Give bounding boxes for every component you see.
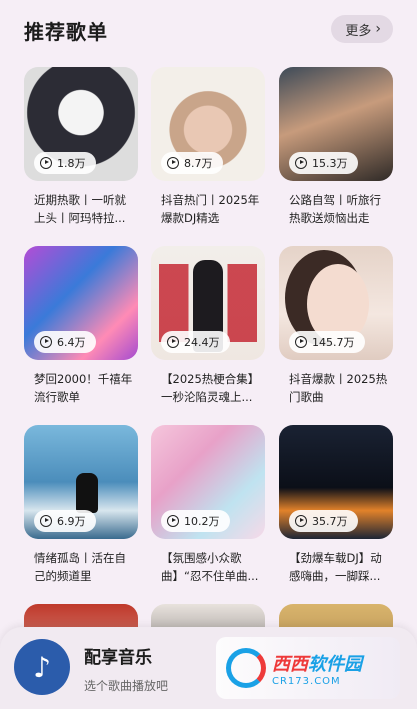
playlist-cover[interactable]: 8.7万 [151,67,265,181]
play-count: 6.4万 [57,336,86,349]
watermark-logo-icon [226,648,266,688]
watermark-name: 西西软件园 [272,653,362,675]
play-count-badge: 10.2万 [161,510,230,532]
playlist-title[interactable]: 【劲爆车载DJ】动感嗨曲，一脚踩... [289,549,389,585]
playlist-title[interactable]: 公路自驾丨听旅行热歌送烦恼出走 [289,191,389,227]
music-note-icon: ♪ [33,650,51,684]
play-icon [295,157,307,169]
play-count: 1.8万 [57,157,86,170]
play-icon [167,336,179,348]
watermark-text: 西西软件园 CR173.COM [272,650,362,687]
section-title: 推荐歌单 [24,20,108,44]
playlist-title[interactable]: 梦回2000！千禧年流行歌单 [34,370,134,406]
play-count-badge: 6.4万 [34,331,96,353]
play-count: 145.7万 [312,336,355,349]
play-count-badge: 1.8万 [34,152,96,174]
play-count-badge: 24.4万 [161,331,230,353]
player-artwork[interactable]: ♪ [14,639,70,695]
player-title: 配享音乐 [84,648,152,668]
playlist-cover[interactable]: 6.9万 [24,425,138,539]
play-count: 15.3万 [312,157,348,170]
playlist-title[interactable]: 情绪孤岛丨活在自己的频道里 [34,549,134,585]
play-count-badge: 145.7万 [289,331,365,353]
play-count-badge: 15.3万 [289,152,358,174]
play-count: 10.2万 [184,515,220,528]
playlist-cover[interactable]: 35.7万 [279,425,393,539]
play-count-badge: 35.7万 [289,510,358,532]
site-watermark: 西西软件园 CR173.COM [216,637,400,699]
more-button[interactable]: 更多 › [331,15,393,43]
playlist-cover[interactable]: 15.3万 [279,67,393,181]
play-count: 8.7万 [184,157,213,170]
playlist-cover[interactable]: 145.7万 [279,246,393,360]
player-subtitle: 选个歌曲播放吧 [84,679,169,693]
play-count-badge: 6.9万 [34,510,96,532]
play-icon [295,336,307,348]
play-icon [40,515,52,527]
playlist-title[interactable]: 【2025热梗合集】一秒沦陷灵魂上... [161,370,261,406]
play-count: 24.4万 [184,336,220,349]
playlist-cover[interactable]: 24.4万 [151,246,265,360]
play-icon [40,157,52,169]
play-icon [167,515,179,527]
watermark-domain: CR173.COM [272,675,341,687]
play-icon [295,515,307,527]
play-icon [167,157,179,169]
playlist-cover[interactable]: 1.8万 [24,67,138,181]
play-count: 6.9万 [57,515,86,528]
more-label: 更多 [345,23,372,39]
playlist-section-header: 推荐歌单 更多 › [0,0,417,60]
playlist-title[interactable]: 抖音热门丨2025年爆款DJ精选 [161,191,261,227]
playlist-title[interactable]: 近期热歌丨一听就上头丨阿玛特拉... [34,191,134,227]
playlist-title[interactable]: 抖音爆款丨2025热门歌曲 [289,370,389,406]
playlist-title[interactable]: 【氛围感小众歌曲】“忍不住单曲... [161,549,261,585]
play-icon [40,336,52,348]
playlist-cover[interactable]: 10.2万 [151,425,265,539]
play-count-badge: 8.7万 [161,152,223,174]
chevron-right-icon: › [375,21,381,37]
cover-art-cat [76,473,98,513]
playlist-cover[interactable]: 6.4万 [24,246,138,360]
play-count: 35.7万 [312,515,348,528]
